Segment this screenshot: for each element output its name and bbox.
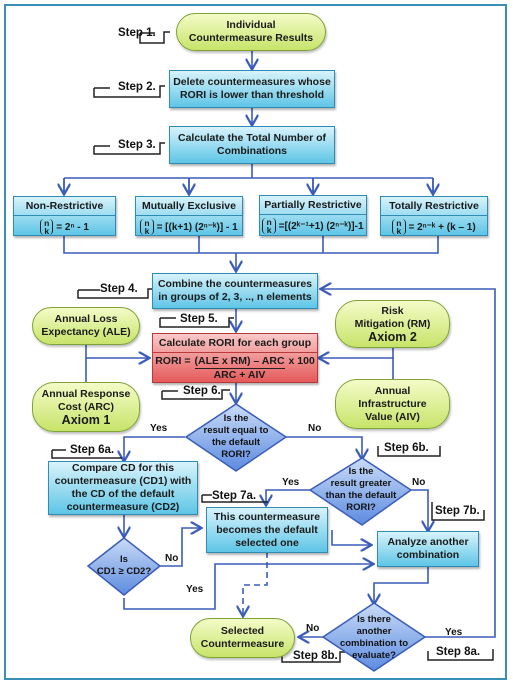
compare-line-4: countermeasure (CD2) <box>66 501 180 513</box>
step-8a-label: Step 8a. <box>436 646 481 658</box>
becomes-line-3: selected one <box>235 536 299 549</box>
compare-line-2: countermeasure (CD1) with <box>54 475 192 487</box>
step-6b-label: Step 6b. <box>384 442 429 454</box>
no-label-another: No <box>306 623 320 634</box>
decision-cd-text: Is CD1 ≥ CD2? <box>96 554 152 577</box>
decision-shapes <box>86 403 427 672</box>
no-label-cd: No <box>165 553 179 564</box>
yes-label-greater: Yes <box>282 477 300 488</box>
selected-countermeasure-terminal: Selected Countermeasure <box>190 618 295 658</box>
yes-label-equal: Yes <box>150 423 168 434</box>
step-6a-label: Step 6a. <box>70 444 115 456</box>
step-8b-label: Step 8b. <box>293 650 338 662</box>
analyze-line-1: Analyze another <box>387 536 469 548</box>
selected-line-1: Selected <box>220 625 265 637</box>
becomes-line-2: becomes the default <box>216 523 318 536</box>
decision-equal-text: Is the result equal to the default RORI? <box>203 413 269 460</box>
analyze-line-2: combination <box>396 549 460 561</box>
yes-label-another: Yes <box>445 627 463 638</box>
compare-cd-box: Compare CD for this countermeasure (CD1)… <box>48 461 198 515</box>
compare-line-1: Compare CD for this <box>71 462 175 474</box>
compare-line-3: the CD of the default <box>71 488 175 500</box>
yes-label-cd: Yes <box>186 584 204 595</box>
becomes-line-1: This countermeasure <box>213 510 321 523</box>
selected-line-2: Countermeasure <box>200 638 285 650</box>
no-label-equal: No <box>308 423 322 434</box>
becomes-default-box: This countermeasure becomes the default … <box>206 507 328 553</box>
analyze-another-box: Analyze another combination <box>377 531 479 567</box>
step-7a-label: Step 7a. <box>212 490 257 502</box>
step-7b-label: Step 7b. <box>435 505 480 517</box>
decision-another-text: Is there another combination to evaluate? <box>339 614 409 661</box>
no-label-greater: No <box>412 477 426 488</box>
